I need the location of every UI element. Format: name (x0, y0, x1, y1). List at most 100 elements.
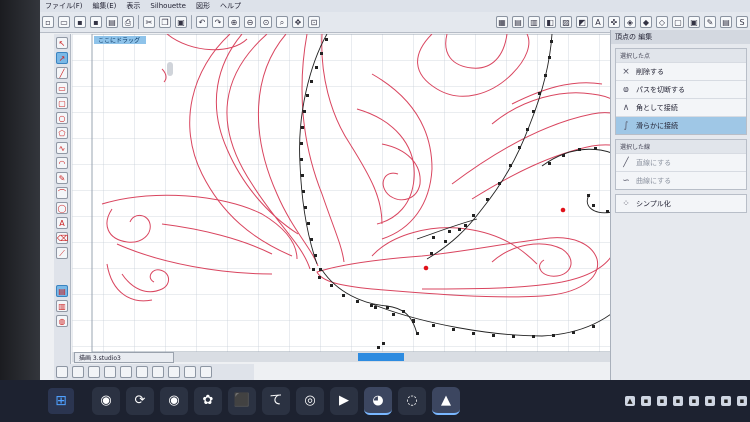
taskbar-app-2[interactable]: ⟳ (126, 387, 154, 415)
taskbar-chrome-icon[interactable]: ◕ (364, 387, 392, 415)
send-icon[interactable]: S (736, 16, 748, 28)
cursor-ghost (167, 62, 173, 76)
modify-icon[interactable]: ▣ (688, 16, 700, 28)
ellipse-tool-icon[interactable]: ○ (56, 112, 68, 124)
menu-file[interactable]: ファイル(F) (40, 1, 88, 11)
save-as-icon[interactable]: ▪ (90, 16, 102, 28)
knife-tool-icon[interactable]: ⟋ (56, 247, 68, 259)
menu-edit[interactable]: 編集(E) (88, 1, 122, 11)
make-line-button[interactable]: ╱ 直線にする (616, 153, 746, 171)
compound-icon[interactable] (88, 366, 100, 378)
trace-icon[interactable]: ▢ (672, 16, 684, 28)
tray-app-icon[interactable]: ▪ (673, 396, 683, 406)
taskbar-app-10[interactable]: ◌ (398, 387, 426, 415)
release-compound-icon[interactable] (104, 366, 116, 378)
transform-icon[interactable]: ✜ (608, 16, 620, 28)
zoom-select-icon[interactable]: ⌕ (276, 16, 288, 28)
cut-icon[interactable]: ✂ (143, 16, 155, 28)
replicate-icon[interactable]: ◈ (624, 16, 636, 28)
taskbar-app-5[interactable]: ⬛ (228, 387, 256, 415)
text-tool-icon[interactable]: A (56, 217, 68, 229)
registration-icon[interactable]: ▥ (528, 16, 540, 28)
pan-icon[interactable]: ✥ (292, 16, 304, 28)
tray-battery-icon[interactable]: ▪ (721, 396, 731, 406)
selected-point-left (423, 265, 429, 271)
menu-shape[interactable]: 図形 (191, 1, 215, 11)
arc-tool-icon[interactable]: ◠ (56, 157, 68, 169)
smooth-freehand-tool-icon[interactable]: ⌒ (56, 187, 68, 199)
document-tab[interactable]: 描画 3.studio3 (74, 352, 174, 363)
menu-view[interactable]: 表示 (121, 1, 145, 11)
menu-silhouette[interactable]: Silhouette (145, 2, 191, 10)
make-corner-button[interactable]: ∧ 角として接続 (616, 98, 746, 116)
zoom-fit-icon[interactable]: ⊙ (260, 16, 272, 28)
taskbar-app-6[interactable]: て (262, 387, 290, 415)
make-smooth-button[interactable]: ∫ 滑らかに接続 (616, 116, 746, 134)
library-icon[interactable]: ▤ (106, 16, 118, 28)
polygon-tool-icon[interactable]: ⬠ (56, 127, 68, 139)
delete-point-button[interactable]: × 削除する (616, 62, 746, 80)
copy-icon[interactable]: ❐ (159, 16, 171, 28)
freehand-tool-icon[interactable]: ✎ (56, 172, 68, 184)
taskbar-app-8[interactable]: ▶ (330, 387, 358, 415)
layers-icon[interactable]: ▤ (56, 285, 68, 297)
group-icon[interactable] (56, 366, 68, 378)
new-icon[interactable]: ▫ (42, 16, 54, 28)
circle-tool-icon[interactable]: ◯ (56, 202, 68, 214)
duplicate-icon[interactable] (120, 366, 132, 378)
save-icon[interactable]: ▪ (74, 16, 86, 28)
rectangle-tool-icon[interactable]: ▭ (56, 82, 68, 94)
select-tool-icon[interactable]: ↖ (56, 37, 68, 49)
eraser-tool-icon[interactable]: ⌫ (56, 232, 68, 244)
taskbar-app-7[interactable]: ◎ (296, 387, 324, 415)
taskbar-app-1[interactable]: ◉ (92, 387, 120, 415)
weld-icon[interactable] (184, 366, 196, 378)
windows-start-icon[interactable]: ⊞ (48, 388, 74, 414)
lock-icon[interactable] (200, 366, 212, 378)
open-icon[interactable]: ▭ (58, 16, 70, 28)
break-path-button[interactable]: ⱷ パスを切断する (616, 80, 746, 98)
undo-icon[interactable]: ↶ (196, 16, 208, 28)
curve-tool-icon[interactable]: ∿ (56, 142, 68, 154)
tray-app-icon[interactable]: ▪ (689, 396, 699, 406)
simplify-label: シンプル化 (636, 199, 671, 208)
simplify-button[interactable]: ⁘ シンプル化 (616, 195, 746, 212)
bring-front-icon[interactable] (152, 366, 164, 378)
send-back-icon[interactable] (168, 366, 180, 378)
tray-app-icon[interactable]: ▪ (657, 396, 667, 406)
knife-icon[interactable]: ✎ (704, 16, 716, 28)
make-curve-button[interactable]: ∽ 曲線にする (616, 171, 746, 189)
horizontal-scroll-thumb[interactable] (358, 353, 404, 361)
color-icon[interactable]: ◩ (576, 16, 588, 28)
zoom-page-icon[interactable]: ⊡ (308, 16, 320, 28)
zoom-in-icon[interactable]: ⊕ (228, 16, 240, 28)
text-style-icon[interactable]: A (592, 16, 604, 28)
ungroup-icon[interactable] (72, 366, 84, 378)
delete-icon[interactable] (136, 366, 148, 378)
taskbar-app-3[interactable]: ◉ (160, 387, 188, 415)
library-panel-icon[interactable]: ▥ (56, 300, 68, 312)
taskbar-silhouette-icon[interactable]: ▲ (432, 387, 460, 415)
align-icon[interactable]: ◆ (640, 16, 652, 28)
library-view-icon[interactable]: ▤ (720, 16, 732, 28)
design-canvas[interactable]: ここにドラッグ (72, 34, 638, 352)
menu-help[interactable]: ヘルプ (215, 1, 246, 11)
offset-icon[interactable]: ◇ (656, 16, 668, 28)
line-tool-icon[interactable]: ╱ (56, 67, 68, 79)
page-setup-icon[interactable]: ▤ (512, 16, 524, 28)
redo-icon[interactable]: ↷ (212, 16, 224, 28)
paste-icon[interactable]: ▣ (175, 16, 187, 28)
store-icon[interactable]: ◍ (56, 315, 68, 327)
grid-icon[interactable]: ▦ (496, 16, 508, 28)
tray-ime-icon[interactable]: ▪ (737, 396, 747, 406)
taskbar-app-4[interactable]: ✿ (194, 387, 222, 415)
tray-expand-icon[interactable]: ▲ (625, 396, 635, 406)
tray-network-icon[interactable]: ▪ (641, 396, 651, 406)
rounded-rect-tool-icon[interactable]: ▢ (56, 97, 68, 109)
zoom-out-icon[interactable]: ⊖ (244, 16, 256, 28)
line-icon[interactable]: ▨ (560, 16, 572, 28)
fill-icon[interactable]: ◧ (544, 16, 556, 28)
edit-points-tool-icon[interactable]: ↗ (56, 52, 68, 64)
tray-volume-icon[interactable]: ▪ (705, 396, 715, 406)
print-icon[interactable]: ⎙ (122, 16, 134, 28)
